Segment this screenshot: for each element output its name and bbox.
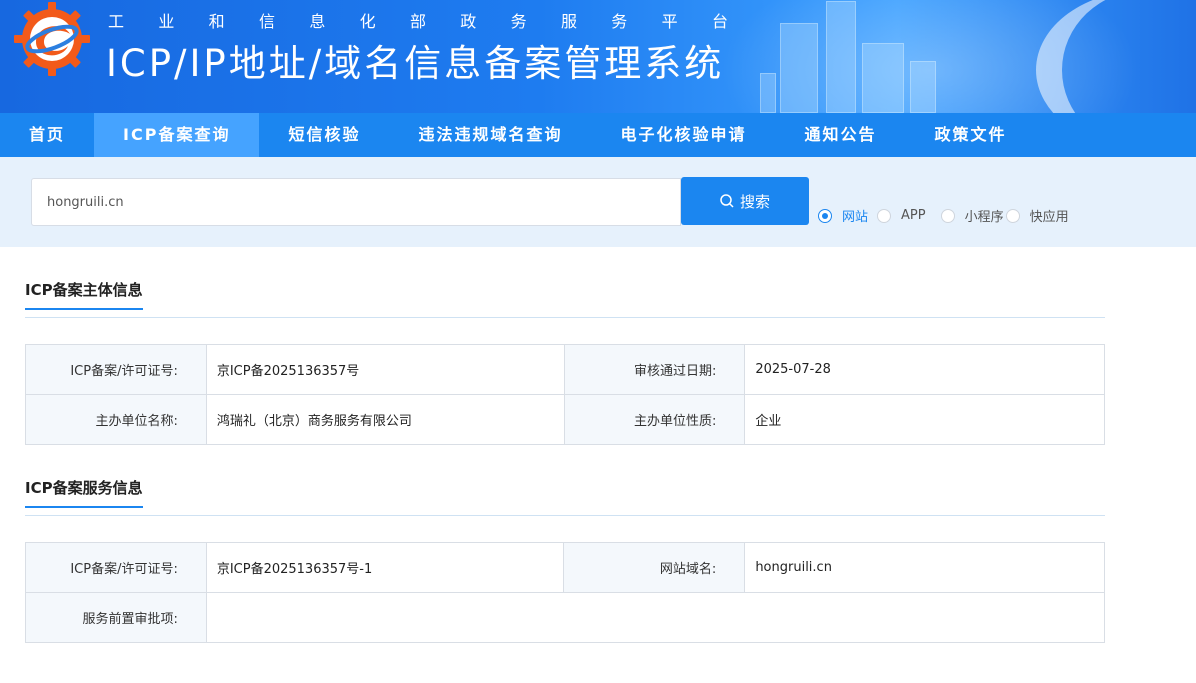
radio-label: 网站 [842,210,869,225]
radio-dot-icon [940,208,955,223]
service-info-table: ICP备案/许可证号: 京ICP备2025136357号-1 网站域名: hon… [25,542,1106,643]
table-row: 服务前置审批项: [25,592,1106,643]
section-header: ICP备案服务信息 [25,478,1105,516]
radio-app[interactable]: APP [877,208,926,223]
subtitle-char: 化 [359,12,376,31]
nav-item-sms-verify[interactable]: 短信核验 [259,113,389,157]
subtitle-char: 业 [158,12,175,31]
radio-label: APP [901,208,926,223]
building-decoration [780,23,818,113]
field-label: ICP备案/许可证号: [25,542,207,593]
subtitle-char: 部 [409,12,426,31]
building-decoration [826,1,856,113]
radio-dot-icon [818,208,832,223]
table-row: 主办单位名称: 鸿瑞礼（北京）商务服务有限公司 主办单位性质: 企业 [25,394,1105,445]
table-row: ICP备案/许可证号: 京ICP备2025136357号 审核通过日期: 202… [25,344,1105,395]
section-title: ICP备案服务信息 [25,478,143,508]
subtitle-char: 工 [108,12,125,31]
radio-quick-app[interactable]: 快应用 [1005,206,1069,225]
main-nav: 首页 ICP备案查询 短信核验 违法违规域名查询 电子化核验申请 通知公告 政策… [0,113,1196,157]
subtitle-char: 信 [258,12,275,31]
subtitle-char: 平 [661,12,678,31]
radio-website[interactable]: 网站 [818,206,868,225]
field-label: 审核通过日期: [563,344,746,395]
radio-dot-icon [877,208,892,223]
field-label: 网站域名: [563,542,746,593]
site-header: 工 业 和 信 息 化 部 政 务 服 务 平 台 ICP/IP地址/域名信息备… [0,0,1196,113]
field-value: 企业 [744,394,1105,445]
subtitle-char: 务 [510,12,527,31]
table-row: ICP备案/许可证号: 京ICP备2025136357号-1 网站域名: hon… [25,542,1105,593]
building-decoration [760,73,776,113]
building-decoration [910,61,936,113]
service-info-section: ICP备案服务信息 ICP备案/许可证号: 京ICP备2025136357号-1… [25,478,1106,643]
search-type-group: 网站 APP 小程序 快应用 [818,206,1069,225]
field-value: 京ICP备2025136357号 [205,344,565,395]
search-button-label: 搜索 [739,192,770,211]
field-value: 鸿瑞礼（北京）商务服务有限公司 [205,394,565,445]
subtitle-char: 服 [560,12,577,31]
subtitle-char: 息 [309,12,326,31]
field-label: 主办单位名称: [25,394,207,445]
nav-item-policy-docs[interactable]: 政策文件 [906,113,1036,157]
subject-info-section: ICP备案主体信息 ICP备案/许可证号: 京ICP备2025136357号 审… [25,280,1105,445]
search-band: 搜索 网站 APP 小程序 快应用 [0,157,1196,247]
ministry-subtitle: 工 业 和 信 息 化 部 政 务 服 务 平 台 [108,8,728,32]
field-value: 京ICP备2025136357号-1 [205,542,565,593]
nav-item-e-verify-apply[interactable]: 电子化核验申请 [591,113,775,157]
subtitle-char: 政 [460,12,477,31]
radio-label: 小程序 [964,210,1004,225]
section-header: ICP备案主体信息 [25,280,1105,318]
radio-label: 快应用 [1029,210,1069,225]
nav-item-icp-query[interactable]: ICP备案查询 [94,113,260,157]
field-value [205,592,1106,643]
field-value: 2025-07-28 [744,344,1105,395]
nav-item-announcements[interactable]: 通知公告 [776,113,906,157]
search-icon [720,194,734,208]
field-value: hongruili.cn [744,542,1105,593]
field-label: ICP备案/许可证号: [25,344,207,395]
radio-mini-program[interactable]: 小程序 [940,206,1004,225]
radio-dot-icon [1005,208,1020,223]
search-button[interactable]: 搜索 [681,177,809,225]
subtitle-char: 务 [611,12,628,31]
subtitle-char: 台 [711,12,728,31]
gov-emblem-logo [14,2,90,76]
nav-item-illegal-domain-query[interactable]: 违法违规域名查询 [389,113,591,157]
field-label: 服务前置审批项: [25,592,207,643]
field-label: 主办单位性质: [563,394,746,445]
system-title: ICP/IP地址/域名信息备案管理系统 [106,42,725,85]
search-input[interactable] [31,178,681,226]
subtitle-char: 和 [208,12,225,31]
section-title: ICP备案主体信息 [25,280,143,310]
subject-info-table: ICP备案/许可证号: 京ICP备2025136357号 审核通过日期: 202… [25,344,1105,445]
nav-item-home[interactable]: 首页 [0,113,94,157]
building-decoration [862,43,904,113]
